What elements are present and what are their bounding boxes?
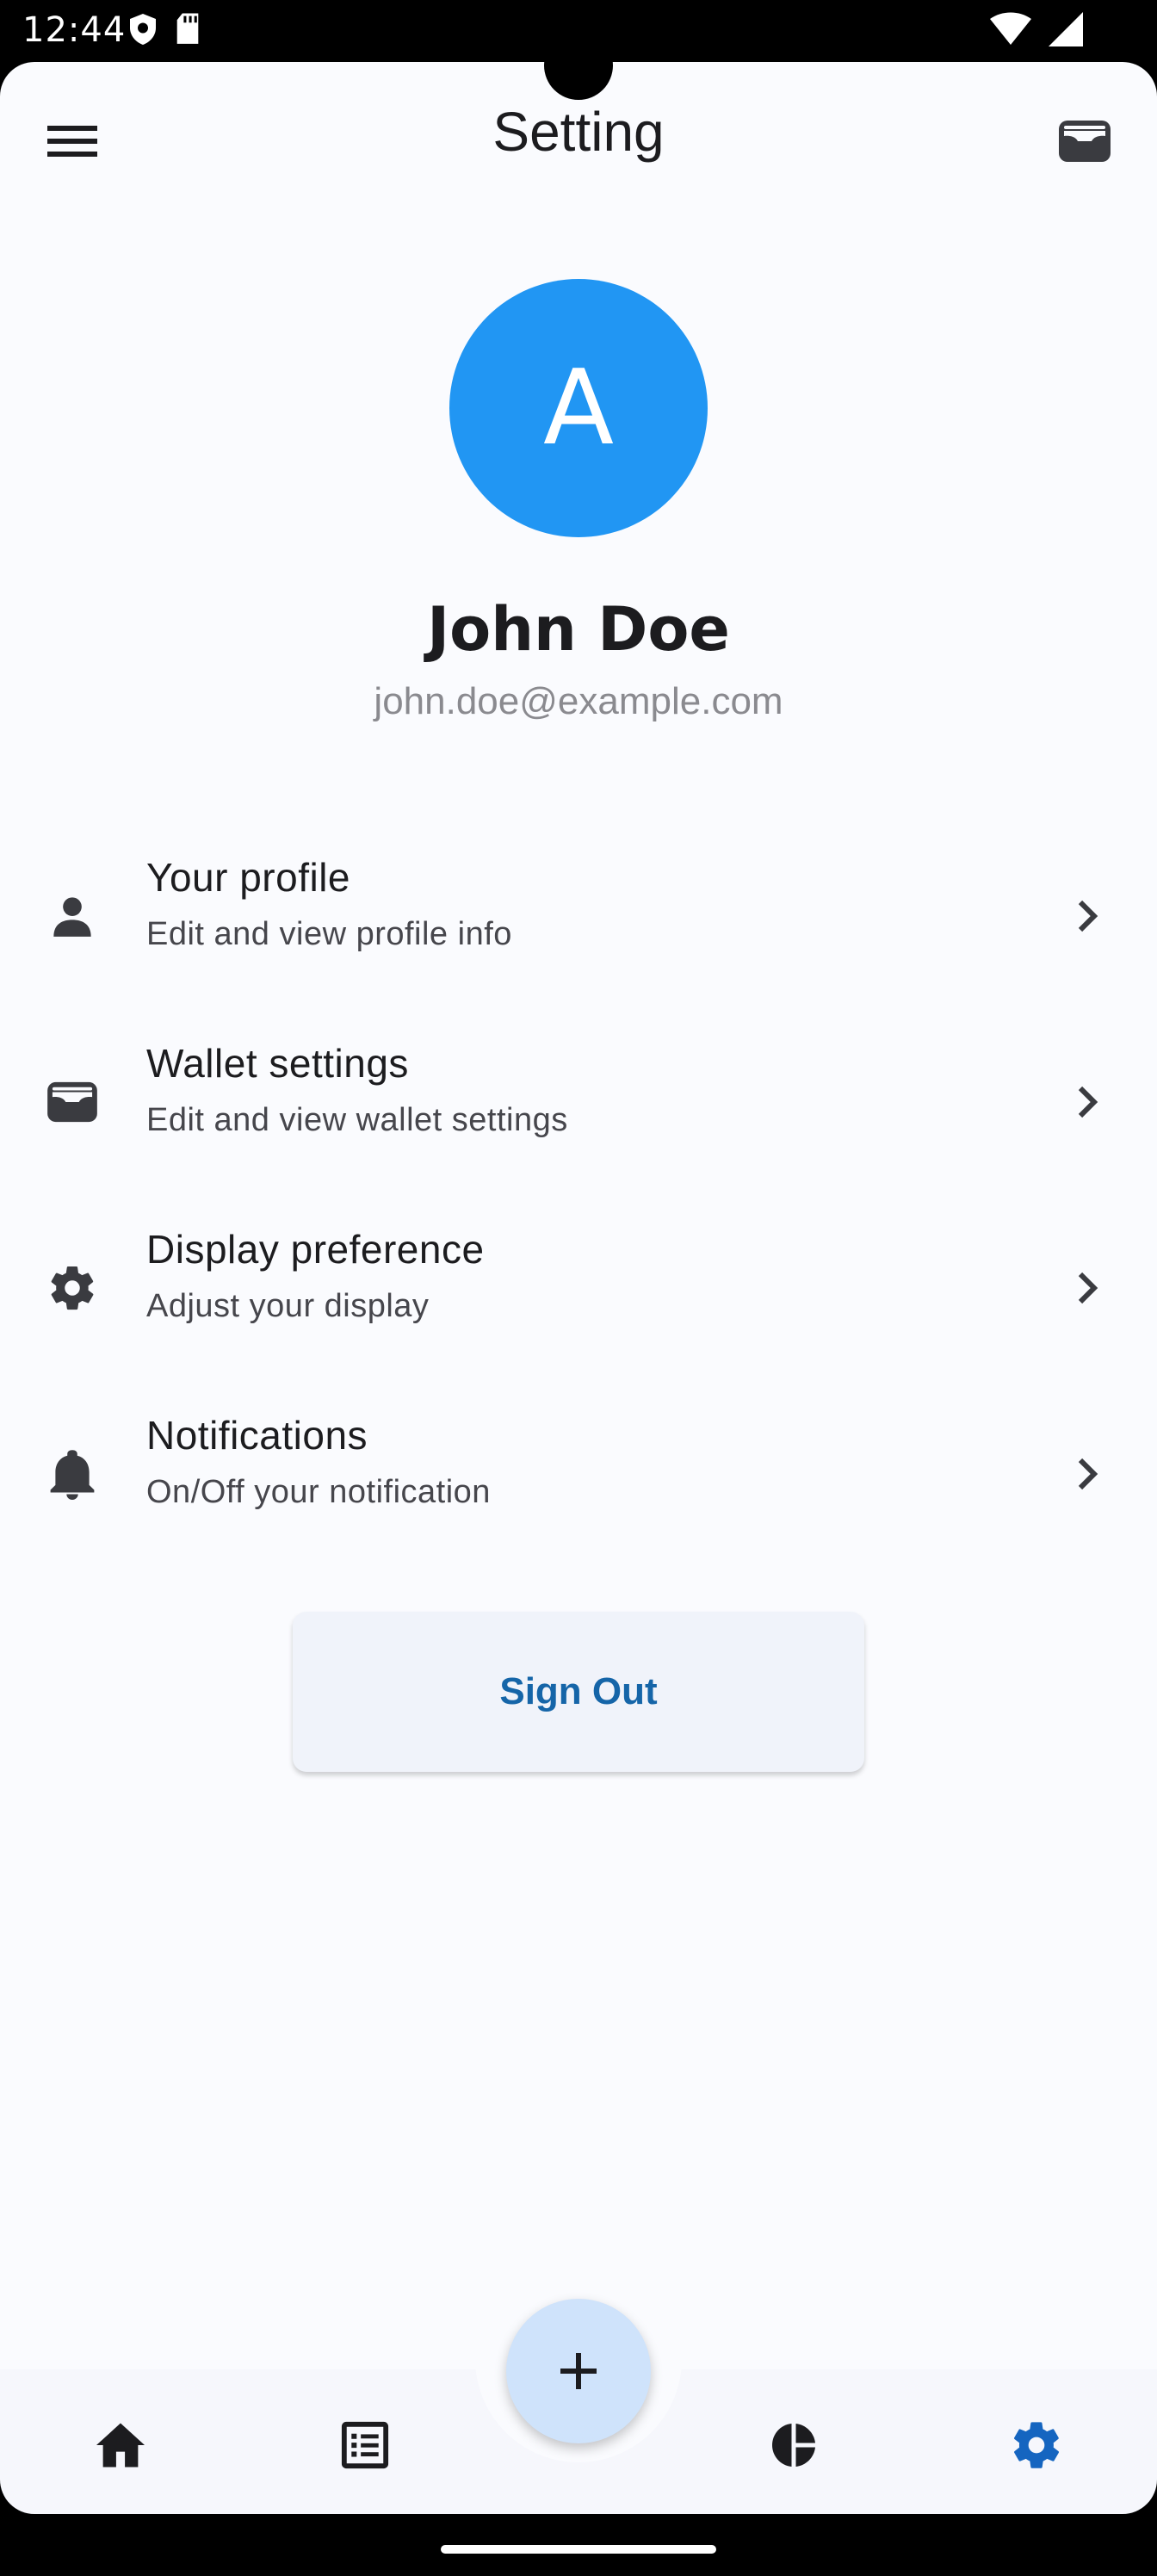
chevron-right-icon — [1078, 1458, 1098, 1490]
settings-item-title: Notifications — [146, 1413, 368, 1458]
profile-email: john.doe@example.com — [374, 680, 783, 722]
plus-icon — [560, 2353, 597, 2389]
add-transaction-button[interactable] — [506, 2299, 651, 2443]
nav-home[interactable] — [79, 2404, 162, 2486]
sign-out-button[interactable]: Sign Out — [293, 1612, 864, 1772]
nav-settings[interactable] — [995, 2404, 1078, 2486]
status-notification-icons — [127, 12, 201, 46]
nav-statistics[interactable] — [752, 2404, 835, 2486]
settings-item-title: Your profile — [146, 855, 351, 900]
settings-item-subtitle: Edit and view profile info — [146, 916, 512, 952]
settings-item-your-profile[interactable]: Your profile Edit and view profile info — [0, 827, 1157, 1012]
wallet-icon — [1059, 121, 1111, 162]
status-time: 12:44 — [22, 10, 127, 50]
shield-icon — [130, 14, 156, 45]
settings-item-subtitle: Adjust your display — [146, 1288, 430, 1324]
chevron-right-icon — [1078, 1086, 1098, 1118]
status-system-icons — [990, 12, 1083, 46]
settings-item-display-preference[interactable]: Display preference Adjust your display — [0, 1198, 1157, 1384]
nav-transactions[interactable] — [324, 2404, 406, 2486]
wifi-icon — [990, 12, 1031, 45]
person-icon — [53, 897, 91, 937]
page-title: Setting — [492, 101, 665, 163]
settings-item-title: Wallet settings — [146, 1041, 409, 1086]
sd-card-icon — [176, 13, 199, 44]
chevron-right-icon — [1078, 1272, 1098, 1304]
settings-item-wallet-settings[interactable]: Wallet settings Edit and view wallet set… — [0, 1012, 1157, 1198]
wallet-icon — [47, 1081, 97, 1123]
pie-chart-icon — [772, 2424, 815, 2467]
app-bar: Setting — [0, 69, 1157, 198]
settings-item-title: Display preference — [146, 1227, 485, 1272]
bell-icon — [50, 1450, 95, 1500]
settings-item-subtitle: Edit and view wallet settings — [146, 1102, 568, 1138]
signal-icon — [1049, 12, 1083, 46]
gear-icon — [51, 1266, 94, 1310]
list-icon — [341, 2421, 389, 2469]
chevron-right-icon — [1078, 900, 1098, 932]
wallet-button[interactable] — [1047, 103, 1123, 179]
home-gesture-handle[interactable] — [441, 2545, 716, 2554]
profile-name: John Doe — [427, 594, 730, 665]
home-icon — [96, 2423, 145, 2468]
settings-item-notifications[interactable]: Notifications On/Off your notification — [0, 1384, 1157, 1570]
settings-list: Your profile Edit and view profile info … — [0, 827, 1157, 1570]
avatar[interactable]: A — [449, 279, 708, 537]
settings-icon — [1013, 2422, 1060, 2468]
settings-item-subtitle: On/Off your notification — [146, 1474, 491, 1510]
